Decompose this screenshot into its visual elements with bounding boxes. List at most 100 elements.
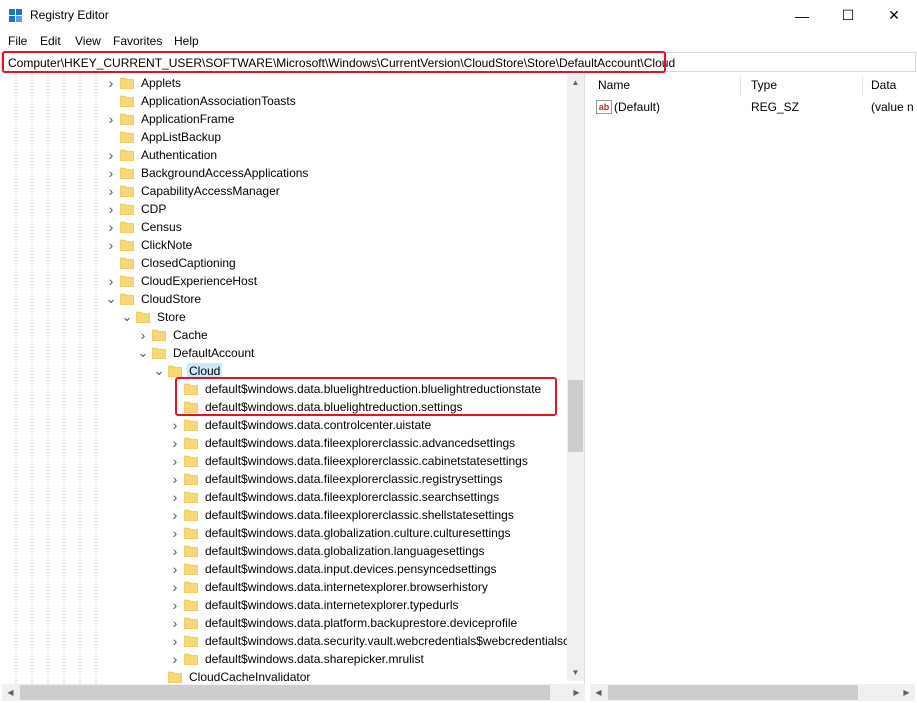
tree-node[interactable]: › default$windows.data.fileexplorerclassi… [168, 470, 504, 488]
column-header-name[interactable]: Name [598, 78, 630, 96]
tree-node[interactable]: › Cache [136, 326, 210, 344]
scroll-thumb[interactable] [568, 380, 583, 452]
tree-node[interactable]: › default$windows.data.globalization.cult… [168, 524, 513, 542]
menu-file[interactable]: File [8, 34, 27, 48]
minimize-button[interactable]: — [779, 0, 825, 31]
value-row[interactable]: ab (Default) REG_SZ (value n [590, 98, 917, 116]
chevron-right-icon[interactable]: › [168, 524, 182, 542]
chevron-right-icon[interactable]: › [168, 434, 182, 452]
chevron-right-icon[interactable]: › [104, 182, 118, 200]
column-header-data[interactable]: Data [871, 78, 896, 96]
tree-node[interactable]: › default$windows.data.input.devices.pens… [168, 560, 499, 578]
tree-node[interactable]: › default$windows.data.sharepicker.mrulis… [168, 650, 426, 668]
chevron-right-icon[interactable]: › [104, 236, 118, 254]
tree-node[interactable]: › default$windows.data.controlcenter.uist… [168, 416, 433, 434]
scroll-thumb[interactable] [608, 685, 858, 700]
tree-node[interactable]: › CapabilityAccessManager [104, 182, 282, 200]
column-separator[interactable] [740, 76, 741, 96]
tree-node[interactable]: › CloudExperienceHost [104, 272, 259, 290]
tree-node[interactable]: › Census [104, 218, 184, 236]
folder-icon [120, 131, 134, 143]
tree-vertical-scrollbar[interactable]: ▲ ▼ [567, 74, 584, 681]
chevron-right-icon[interactable]: › [168, 452, 182, 470]
tree-node[interactable]: › Authentication [104, 146, 219, 164]
chevron-right-icon[interactable]: › [168, 596, 182, 614]
window-title: Registry Editor [30, 8, 109, 22]
tree-node[interactable]: › default$windows.data.fileexplorerclassi… [168, 506, 516, 524]
values-pane[interactable]: Name Type Data ab (Default) REG_SZ (valu… [590, 74, 917, 684]
tree-node[interactable]: › default$windows.data.internetexplorer.t… [168, 596, 461, 614]
tree-node[interactable]: ⌄ DefaultAccount [136, 344, 256, 362]
scroll-right-arrow-icon[interactable]: ▶ [568, 684, 585, 701]
scroll-right-arrow-icon[interactable]: ▶ [898, 684, 915, 701]
tree-node[interactable]: › default$windows.data.internetexplorer.b… [168, 578, 490, 596]
tree-node-label: default$windows.data.sharepicker.mrulist [205, 652, 424, 666]
menu-view[interactable]: View [75, 34, 101, 48]
tree-node[interactable]: › CDP [104, 200, 168, 218]
chevron-right-icon[interactable]: › [104, 146, 118, 164]
folder-icon [120, 257, 134, 269]
folder-icon [184, 599, 198, 611]
column-header-type[interactable]: Type [751, 78, 777, 96]
chevron-down-icon[interactable]: ⌄ [136, 344, 150, 362]
chevron-right-icon[interactable]: › [168, 506, 182, 524]
tree-node[interactable]: › default$windows.data.fileexplorerclassi… [168, 452, 530, 470]
tree-node[interactable]: › Applets [104, 74, 183, 92]
chevron-right-icon[interactable]: › [104, 164, 118, 182]
tree-node-label: BackgroundAccessApplications [141, 166, 309, 180]
chevron-right-icon[interactable]: › [168, 416, 182, 434]
tree-node[interactable]: › default$windows.data.security.vault.web… [168, 632, 574, 650]
tree-node[interactable]: › ApplicationFrame [104, 110, 236, 128]
tree-node[interactable]: ⌄ CloudStore [104, 290, 203, 308]
registry-editor-icon [9, 9, 22, 22]
chevron-right-icon[interactable]: › [136, 326, 150, 344]
chevron-right-icon[interactable]: › [104, 110, 118, 128]
chevron-down-icon[interactable]: ⌄ [152, 362, 166, 380]
chevron-right-icon[interactable]: › [168, 542, 182, 560]
tree-node[interactable]: › default$windows.data.platform.backupres… [168, 614, 519, 632]
chevron-right-icon[interactable]: › [168, 578, 182, 596]
chevron-right-icon[interactable]: › [168, 488, 182, 506]
folder-icon [168, 671, 182, 683]
chevron-right-icon[interactable]: › [168, 650, 182, 668]
chevron-right-icon[interactable]: › [168, 614, 182, 632]
folder-icon [120, 95, 134, 107]
chevron-down-icon[interactable]: ⌄ [120, 308, 134, 326]
values-horizontal-scrollbar[interactable]: ◀ ▶ [590, 684, 915, 701]
tree-horizontal-scrollbar[interactable]: ◀ ▶ [2, 684, 585, 701]
menu-favorites[interactable]: Favorites [113, 34, 162, 48]
scroll-up-arrow-icon[interactable]: ▲ [567, 74, 584, 91]
menu-help[interactable]: Help [174, 34, 199, 48]
folder-icon [184, 437, 198, 449]
maximize-button[interactable]: ☐ [825, 0, 871, 31]
chevron-right-icon[interactable]: › [168, 560, 182, 578]
tree-node[interactable]: ⌄ Store [120, 308, 188, 326]
tree-node[interactable]: › default$windows.data.fileexplorerclassi… [168, 488, 501, 506]
tree-node-label: CloudCacheInvalidator [189, 670, 311, 684]
scroll-left-arrow-icon[interactable]: ◀ [590, 684, 607, 701]
chevron-right-icon[interactable]: › [168, 470, 182, 488]
chevron-down-icon[interactable]: ⌄ [104, 290, 118, 308]
chevron-right-icon[interactable]: › [104, 272, 118, 290]
tree-node[interactable]: ApplicationAssociationToasts [104, 92, 298, 110]
chevron-right-icon[interactable]: › [104, 218, 118, 236]
scroll-left-arrow-icon[interactable]: ◀ [2, 684, 19, 701]
tree-node[interactable]: ClosedCaptioning [104, 254, 238, 272]
tree-node[interactable]: › ClickNote [104, 236, 194, 254]
chevron-right-icon[interactable]: › [104, 74, 118, 92]
folder-icon [120, 293, 134, 305]
column-separator[interactable] [862, 76, 863, 96]
tree-node[interactable]: › default$windows.data.globalization.lang… [168, 542, 487, 560]
folder-icon [184, 635, 198, 647]
close-button[interactable]: ✕ [871, 0, 917, 31]
chevron-right-icon[interactable]: › [168, 632, 182, 650]
menu-edit[interactable]: Edit [40, 34, 61, 48]
title-bar: Registry Editor — ☐ ✕ [0, 0, 917, 31]
scroll-thumb[interactable] [20, 685, 550, 700]
tree-node[interactable]: AppListBackup [104, 128, 223, 146]
scroll-down-arrow-icon[interactable]: ▼ [567, 664, 584, 681]
chevron-right-icon[interactable]: › [104, 200, 118, 218]
tree-node-label: AppListBackup [141, 130, 222, 144]
tree-node[interactable]: › BackgroundAccessApplications [104, 164, 310, 182]
tree-node[interactable]: › default$windows.data.fileexplorerclassi… [168, 434, 517, 452]
